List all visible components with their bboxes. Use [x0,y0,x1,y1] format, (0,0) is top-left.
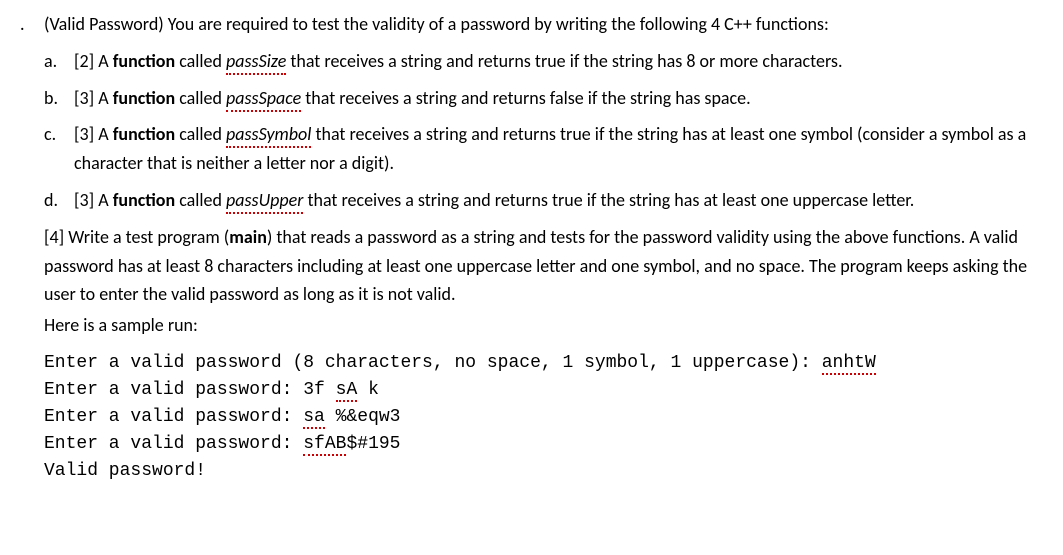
sub-item-c: c. [3] A function called passSymbol that… [44,120,1043,178]
sl1b: anhtW [822,353,876,375]
sl2b: sA [336,380,358,402]
main-task-text: [4] Write a test program (main) that rea… [44,223,1043,309]
points-b: [3] A [74,87,113,109]
sample-intro: Here is a sample run: [44,311,1043,340]
sl4c: $#195 [346,434,400,454]
func-name-passSize: passSize [226,50,286,75]
sl3a: Enter a valid password: [44,407,303,427]
sample-line-1: Enter a valid password (8 characters, no… [44,350,1043,377]
sl4a: Enter a valid password: [44,434,303,454]
tail-d: that receives a string and returns true … [303,189,914,211]
problem-number: . [20,10,44,39]
sl2a: Enter a valid password: 3f [44,380,336,400]
sub-label-d: d. [44,186,74,215]
sl3c: %&eqw3 [325,407,401,427]
main-bold: main [229,226,267,248]
sample-line-5: Valid password! [44,458,1043,485]
points-a: [2] A [74,50,113,72]
main-task-pre: [4] Write a test program ( [44,226,229,248]
bold-d: function [113,189,175,211]
sub-item-b: b. [3] A function called passSpace that … [44,84,1043,113]
mid-b: called [175,87,226,109]
sub-text-c: [3] A function called passSymbol that re… [74,120,1043,178]
sl1a: Enter a valid password (8 characters, no… [44,353,822,373]
sample-line-4: Enter a valid password: sfAB$#195 [44,431,1043,458]
sub-item-d: d. [3] A function called passUpper that … [44,186,1043,215]
sl2c: k [357,380,379,400]
sub-text-b: [3] A function called passSpace that rec… [74,84,1043,113]
tail-a: that receives a string and returns true … [286,50,842,72]
main-task: [4] Write a test program (main) that rea… [44,223,1043,340]
func-name-passSpace: passSpace [226,87,301,112]
sub-items: a. [2] A function called passSize that r… [44,47,1043,215]
sub-text-a: [2] A function called passSize that rece… [74,47,1043,76]
sl3b: sa [303,407,325,429]
sub-label-b: b. [44,84,74,113]
sub-label-a: a. [44,47,74,76]
sl4b: sfAB [303,434,346,456]
sample-run: Enter a valid password (8 characters, no… [44,350,1043,485]
mid-d: called [175,189,226,211]
bold-a: function [113,50,175,72]
tail-b: that receives a string and returns false… [301,87,750,109]
bold-c: function [113,123,175,145]
points-d: [3] A [74,189,113,211]
sample-line-3: Enter a valid password: sa %&eqw3 [44,404,1043,431]
func-name-passSymbol: passSymbol [226,123,311,148]
sub-label-c: c. [44,120,74,178]
sub-text-d: [3] A function called passUpper that rec… [74,186,1043,215]
bold-b: function [113,87,175,109]
problem-intro: (Valid Password) You are required to tes… [44,10,1043,39]
mid-a: called [175,50,226,72]
sample-line-2: Enter a valid password: 3f sA k [44,377,1043,404]
problem-heading: . (Valid Password) You are required to t… [20,10,1043,39]
sub-item-a: a. [2] A function called passSize that r… [44,47,1043,76]
mid-c: called [175,123,226,145]
points-c: [3] A [74,123,113,145]
func-name-passUpper: passUpper [226,189,303,214]
